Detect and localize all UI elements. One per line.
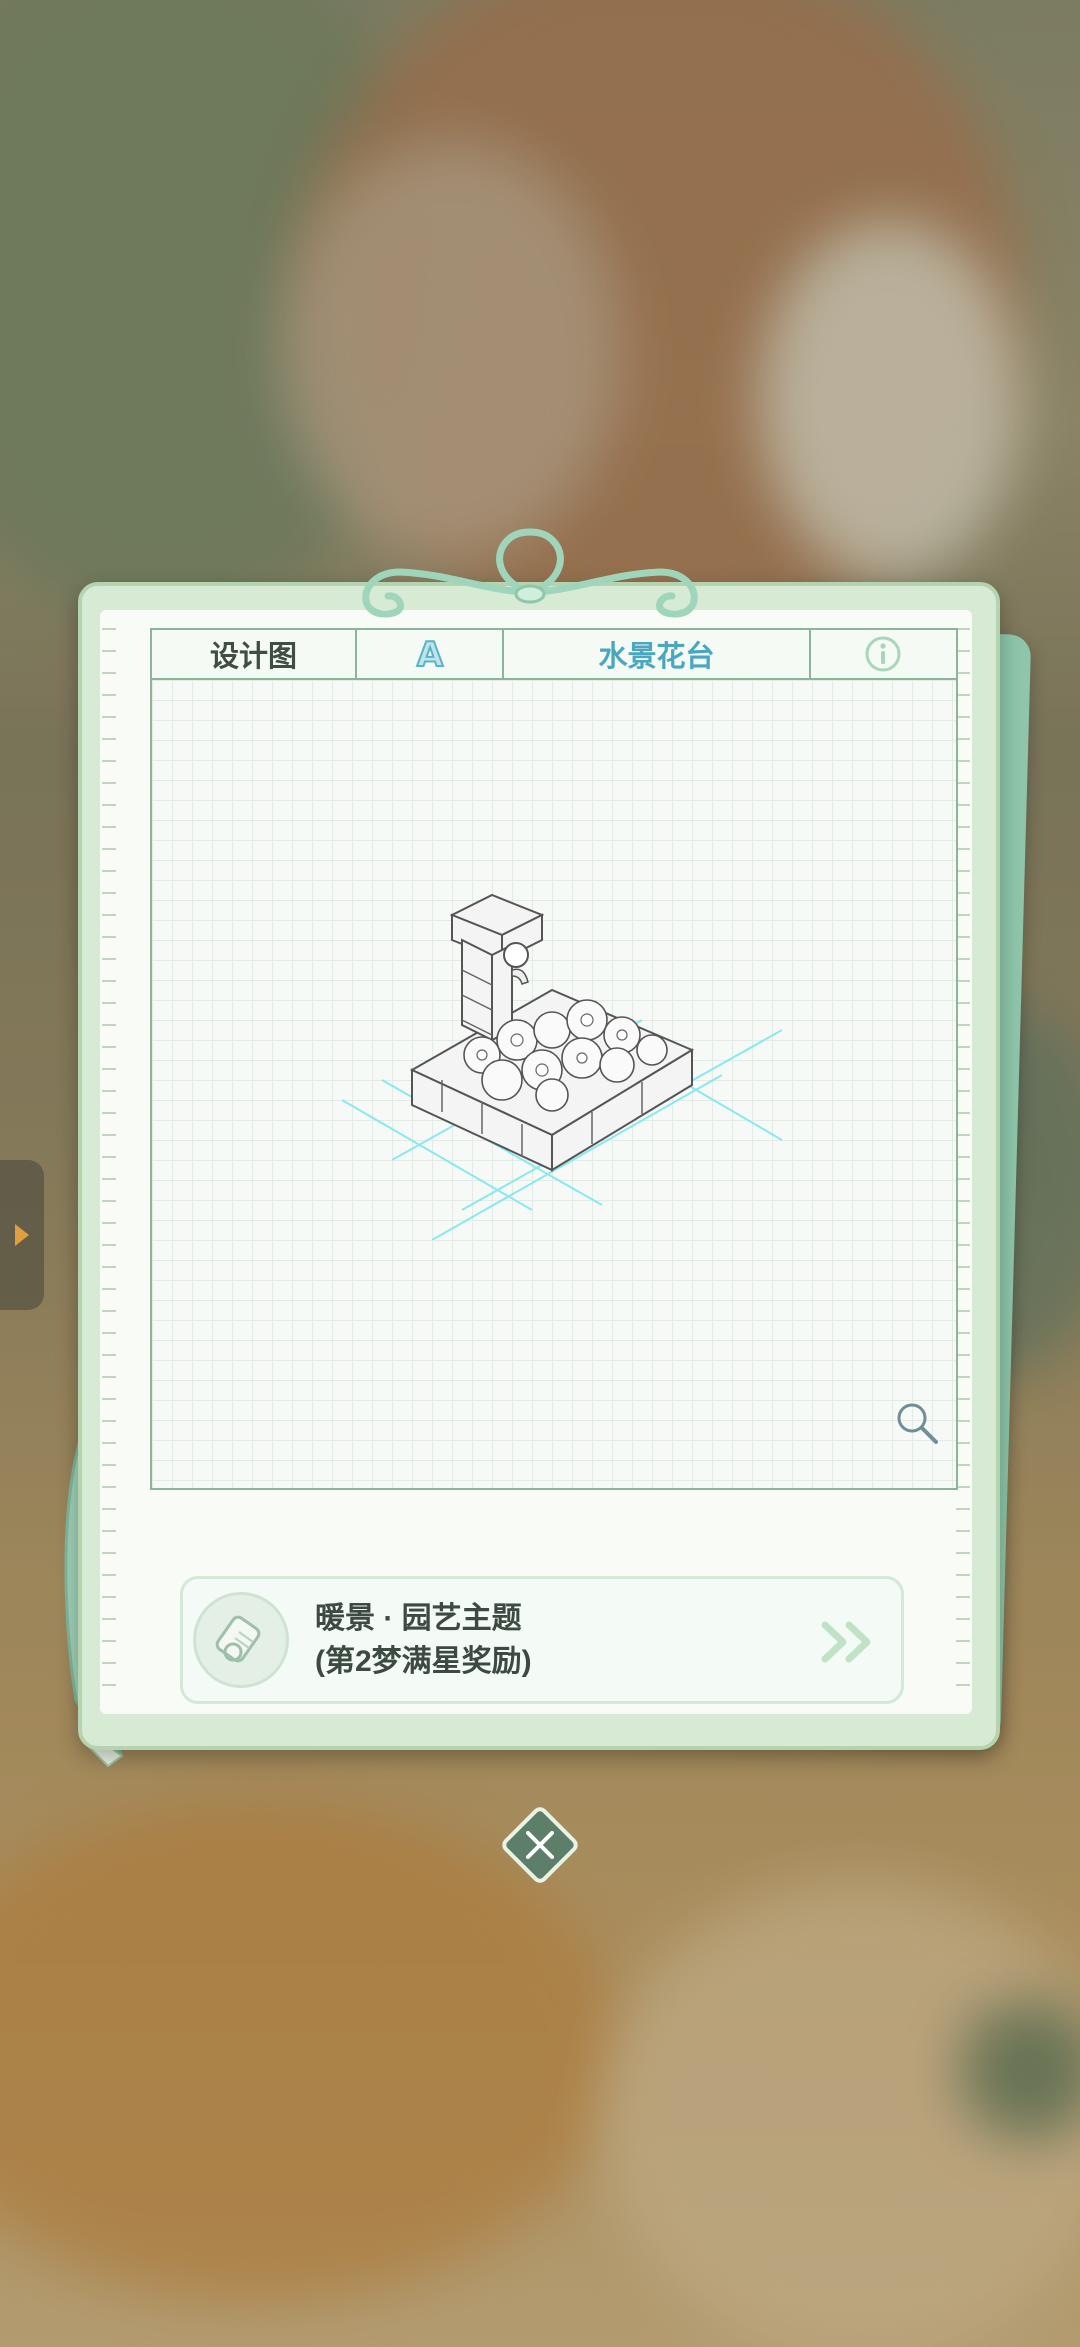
left-ruler bbox=[102, 628, 116, 1688]
blueprint-sheet: 设计图 A 水景花台 暖景 · 园艺主题 (第2梦满星奖励) bbox=[100, 610, 972, 1714]
reward-source-button[interactable]: 暖景 · 园艺主题 (第2梦满星奖励) bbox=[180, 1576, 904, 1704]
item-name: 水景花台 bbox=[504, 630, 811, 678]
info-icon bbox=[865, 636, 901, 672]
right-ruler bbox=[956, 628, 970, 1688]
header-title: 设计图 bbox=[152, 630, 357, 678]
side-panel-toggle[interactable] bbox=[0, 1160, 44, 1310]
blueprint-header: 设计图 A 水景花台 bbox=[150, 628, 958, 680]
grade-label: A bbox=[416, 635, 443, 674]
close-button[interactable] bbox=[495, 1800, 585, 1890]
board-clip-decoration bbox=[362, 528, 698, 618]
water-flower-bed-sketch bbox=[342, 893, 782, 1240]
double-chevron-right-icon bbox=[821, 1621, 871, 1663]
reward-theme: 暖景 · 园艺主题 bbox=[315, 1602, 522, 1635]
blueprint-grid bbox=[150, 680, 958, 1490]
magnifier-icon[interactable] bbox=[892, 1398, 942, 1448]
reward-description: 暖景 · 园艺主题 (第2梦满星奖励) bbox=[315, 1597, 532, 1683]
info-button[interactable] bbox=[811, 630, 956, 678]
blueprint-board: 设计图 A 水景花台 暖景 · 园艺主题 (第2梦满星奖励) bbox=[78, 582, 1000, 1750]
grade-a-icon: A bbox=[415, 634, 444, 674]
triangle-right-icon bbox=[15, 1224, 29, 1246]
grade-badge: A bbox=[357, 630, 505, 678]
reward-icon-badge bbox=[193, 1592, 289, 1688]
scroll-icon bbox=[215, 1615, 261, 1663]
reward-condition: (第2梦满星奖励) bbox=[315, 1645, 532, 1678]
